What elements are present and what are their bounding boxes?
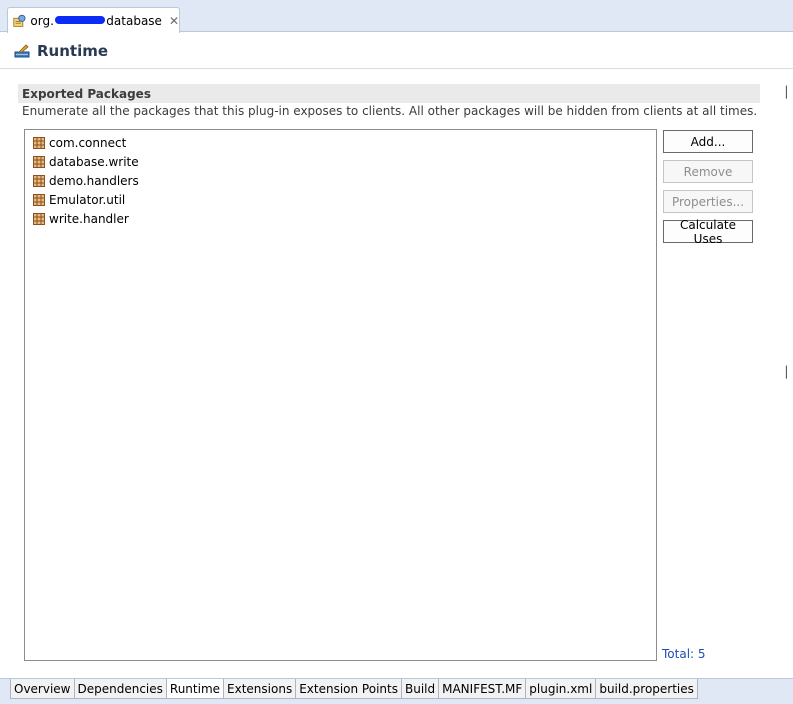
- close-icon[interactable]: ✕: [169, 14, 179, 28]
- tab-overview[interactable]: Overview: [10, 679, 75, 699]
- redaction-mark: [54, 15, 106, 24]
- package-icon: [33, 136, 45, 149]
- section-title-exported-packages: Exported Packages: [18, 84, 760, 103]
- list-item-package[interactable]: database.write: [25, 152, 656, 171]
- clipped-section-edge: ▏: [786, 86, 793, 99]
- package-icon: [33, 212, 45, 225]
- tab-build[interactable]: Build: [400, 679, 440, 699]
- runtime-icon: [14, 43, 30, 57]
- package-name: com.connect: [49, 135, 127, 150]
- package-icon: [33, 155, 45, 168]
- page-title: Runtime: [37, 41, 109, 60]
- package-icon: [33, 193, 45, 206]
- editor-tab-plugin[interactable]: org. database ✕: [7, 7, 180, 33]
- calculate-uses-button[interactable]: Calculate Uses: [663, 218, 753, 246]
- tab-build-properties[interactable]: build.properties: [595, 679, 698, 699]
- exported-packages-list[interactable]: com.connect database.write demo.handlers: [24, 129, 657, 661]
- editor-page-tabs: Overview Dependencies Runtime Extensions…: [0, 678, 793, 704]
- list-item-package[interactable]: demo.handlers: [25, 171, 656, 190]
- clipped-section-edge: ▏: [786, 366, 793, 379]
- list-item-package[interactable]: com.connect: [25, 133, 656, 152]
- tab-runtime[interactable]: Runtime: [165, 679, 225, 699]
- add-button[interactable]: Add...: [663, 130, 753, 153]
- list-item-package[interactable]: Emulator.util: [25, 190, 656, 209]
- package-name: demo.handlers: [49, 173, 139, 188]
- plugin-manifest-icon: [13, 14, 26, 27]
- list-item-package[interactable]: write.handler: [25, 209, 656, 228]
- total-count: Total: 5: [662, 647, 706, 661]
- package-name: Emulator.util: [49, 192, 126, 207]
- tab-extensions[interactable]: Extensions: [223, 679, 297, 699]
- page-header: Runtime: [0, 33, 793, 69]
- tab-dependencies[interactable]: Dependencies: [73, 679, 167, 699]
- remove-button[interactable]: Remove: [663, 160, 753, 183]
- editor-tab-label-suffix: database: [106, 13, 162, 28]
- editor-tab-strip: org. database ✕: [0, 0, 793, 33]
- editor-tab-label-prefix: org.: [30, 13, 54, 28]
- properties-button[interactable]: Properties...: [663, 190, 753, 213]
- section-description: Enumerate all the packages that this plu…: [22, 104, 758, 118]
- tab-plugin-xml[interactable]: plugin.xml: [525, 679, 597, 699]
- package-name: write.handler: [49, 211, 129, 226]
- tab-manifest-mf[interactable]: MANIFEST.MF: [438, 679, 527, 699]
- tab-extension-points[interactable]: Extension Points: [295, 679, 402, 699]
- package-icon: [33, 174, 45, 187]
- package-name: database.write: [49, 154, 139, 169]
